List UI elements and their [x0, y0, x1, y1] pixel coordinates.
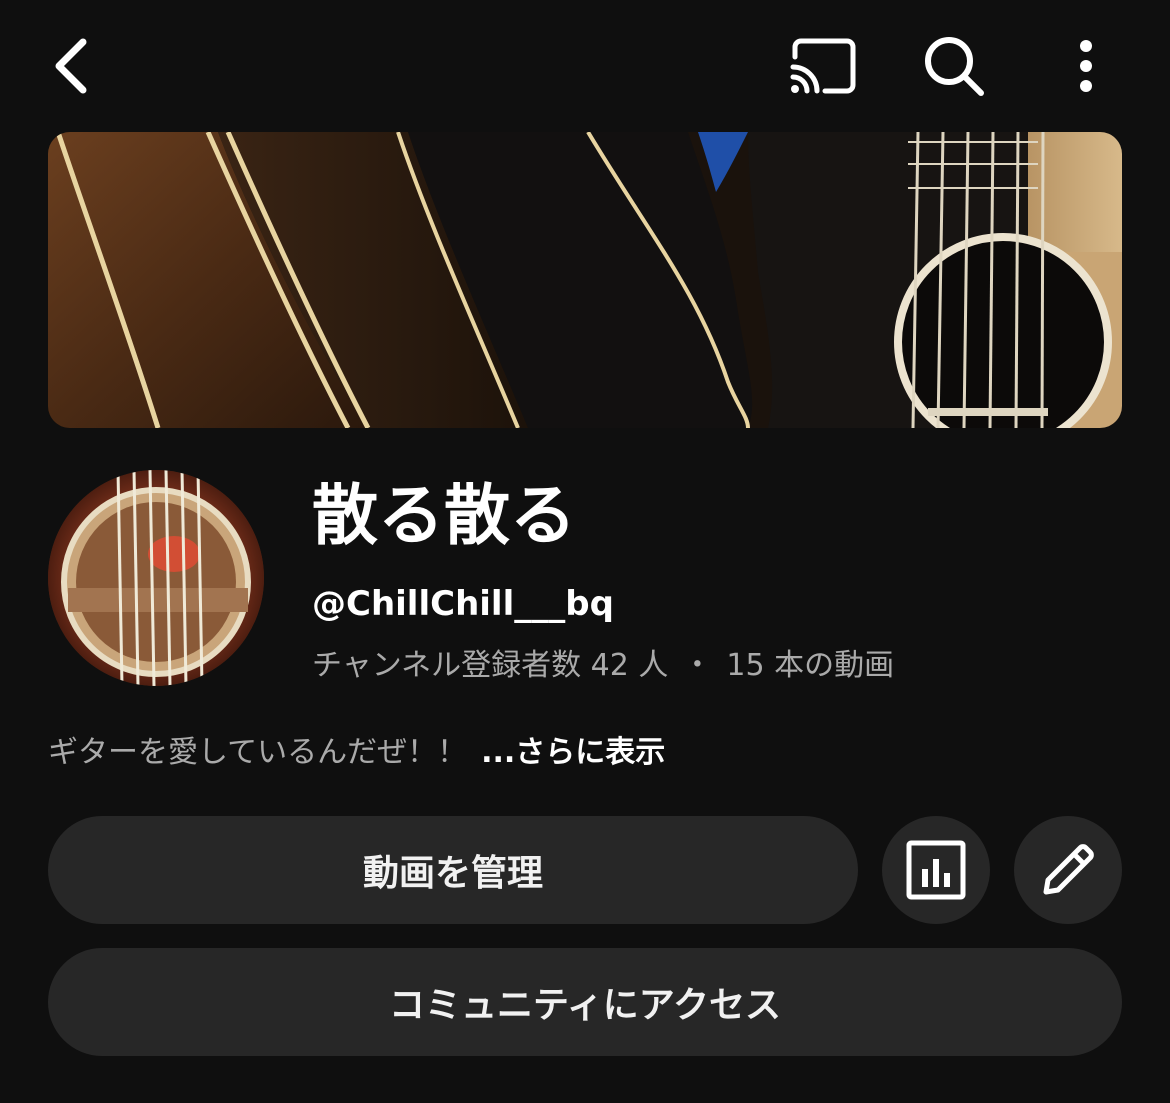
video-count: 15 本の動画 [726, 648, 895, 683]
manage-videos-label: 動画を管理 [362, 853, 543, 894]
community-button[interactable]: コミュニティにアクセス [48, 948, 1122, 1056]
top-bar [0, 0, 1170, 130]
search-icon [925, 37, 984, 96]
pencil-icon [1043, 844, 1094, 895]
description-text: ギターを愛しているんだぜ！！ [48, 735, 468, 770]
channel-banner [48, 132, 1122, 428]
search-button[interactable] [914, 28, 994, 104]
channel-description[interactable]: ギターを愛しているんだぜ！！ ...さらに表示 [48, 728, 665, 778]
show-more-link[interactable]: ...さらに表示 [481, 735, 665, 770]
channel-handle: @ChillChill___bq [312, 584, 614, 624]
analytics-button[interactable] [882, 816, 990, 924]
cast-button[interactable] [780, 30, 864, 102]
manage-videos-button[interactable]: 動画を管理 [48, 816, 858, 924]
channel-avatar[interactable] [48, 470, 264, 686]
cast-icon [790, 38, 856, 94]
community-label: コミュニティにアクセス [388, 985, 782, 1026]
analytics-icon [906, 840, 966, 900]
more-options-button[interactable] [1056, 28, 1116, 104]
stats-separator: ・ [682, 648, 713, 683]
channel-stats: チャンネル登録者数 42 人・ 15 本の動画 [312, 642, 894, 690]
back-icon [55, 38, 87, 94]
channel-name: 散る散る [312, 477, 576, 554]
subscriber-count: チャンネル登録者数 42 人 [312, 648, 669, 683]
channel-page: 散る散る @ChillChill___bq チャンネル登録者数 42 人・ 15 … [0, 0, 1170, 1103]
guitar-avatar-image [48, 470, 264, 686]
more-vert-icon [1080, 40, 1092, 92]
back-button[interactable] [36, 28, 106, 104]
guitar-banner-image [48, 132, 1122, 428]
edit-channel-button[interactable] [1014, 816, 1122, 924]
